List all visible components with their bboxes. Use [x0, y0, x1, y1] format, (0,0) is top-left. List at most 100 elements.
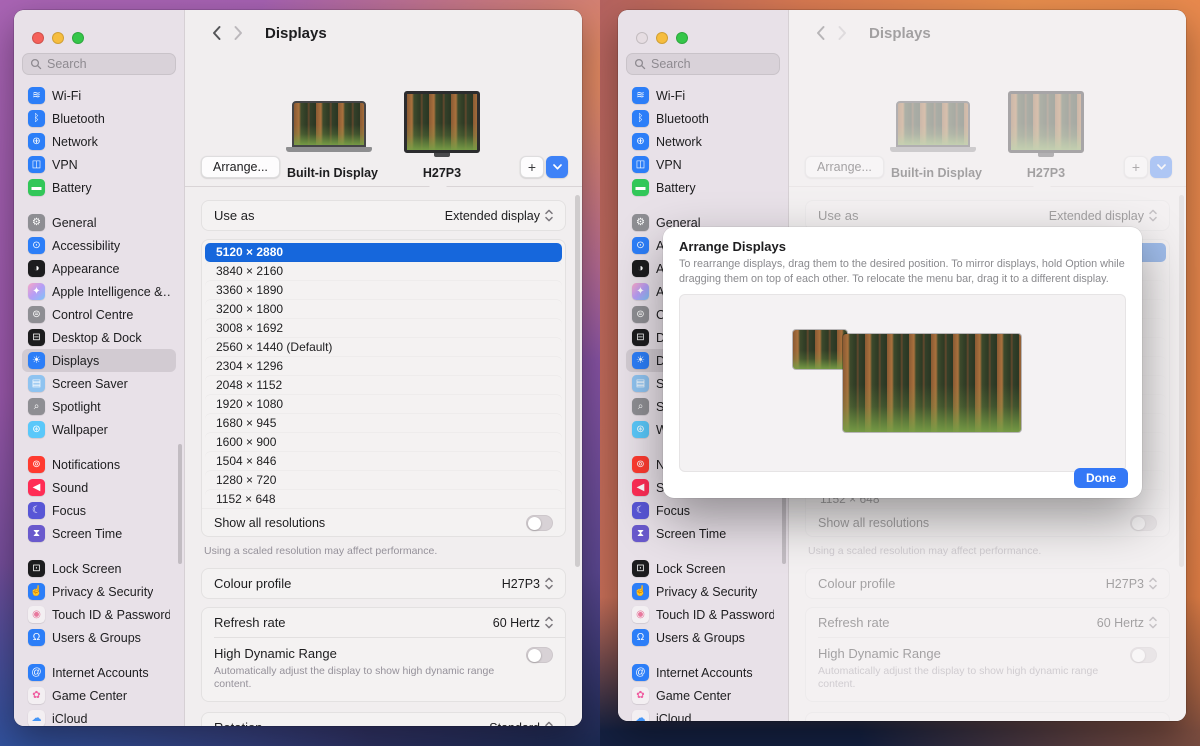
resolution-option[interactable]: 1680 × 945	[205, 414, 562, 433]
use-as-label: Use as	[214, 208, 254, 223]
content-scrollbar[interactable]	[575, 195, 580, 567]
sidebar-item-sound[interactable]: ◀Sound	[22, 476, 176, 499]
sidebar-item-icloud[interactable]: ☁iCloud	[22, 707, 176, 726]
add-display-button[interactable]: +	[520, 156, 544, 178]
sidebar-item-users-groups[interactable]: ΩUsers & Groups	[22, 626, 176, 649]
sidebar-item-internet-accounts[interactable]: @Internet Accounts	[22, 661, 176, 684]
search-input[interactable]: Search	[22, 53, 176, 75]
resolution-option[interactable]: 3840 × 2160	[205, 262, 562, 281]
resolution-option[interactable]: 1280 × 720	[205, 471, 562, 490]
sidebar-item-wifi[interactable]: ≋Wi-Fi	[626, 84, 780, 107]
sidebar-item-desktop-dock[interactable]: ⊟Desktop & Dock	[22, 326, 176, 349]
sidebar-item-lock-screen[interactable]: ⊡Lock Screen	[626, 557, 780, 580]
resolution-option[interactable]: 3008 × 1692	[205, 319, 562, 338]
sidebar-item-game-center[interactable]: ✿Game Center	[626, 684, 780, 707]
resolution-option[interactable]: 3360 × 1890	[205, 281, 562, 300]
sidebar-item-label: Displays	[52, 354, 99, 368]
zoom-button[interactable]	[72, 32, 84, 44]
sidebar-item-spotlight[interactable]: ⌕Spotlight	[22, 395, 176, 418]
sidebar-item-battery[interactable]: ▬Battery	[22, 176, 176, 199]
control-centre-icon: ⊜	[28, 306, 45, 323]
icloud-icon: ☁	[28, 710, 45, 726]
external-display-thumb[interactable]: H27P3	[404, 91, 480, 180]
sidebar-scrollbar[interactable]	[178, 444, 182, 564]
scaled-resolution-footnote: Using a scaled resolution may affect per…	[204, 545, 563, 557]
sidebar-item-screen-time[interactable]: ⧗Screen Time	[626, 522, 780, 545]
use-as-select[interactable]: Extended display	[445, 209, 553, 223]
forward-button[interactable]	[227, 22, 249, 44]
general-icon: ⚙	[28, 214, 45, 231]
header-divider	[185, 186, 582, 187]
sidebar-item-notifications[interactable]: ⊚Notifications	[22, 453, 176, 476]
sidebar-item-privacy-security[interactable]: ☝Privacy & Security	[626, 580, 780, 603]
displays-icon: ☀	[28, 352, 45, 369]
built-in-display-thumb[interactable]: Built-in Display	[287, 101, 378, 180]
sidebar-item-wallpaper[interactable]: ⊛Wallpaper	[22, 418, 176, 441]
colour-profile-row: Colour profile H27P3	[202, 569, 565, 598]
minimize-button[interactable]	[656, 32, 668, 44]
sidebar-item-touch-id[interactable]: ◉Touch ID & Password	[626, 603, 780, 626]
resolution-option[interactable]: 1152 × 648	[205, 490, 562, 509]
resolution-option[interactable]: 2560 × 1440 (Default)	[205, 338, 562, 357]
resolution-option[interactable]: 1920 × 1080	[205, 395, 562, 414]
minimize-button[interactable]	[52, 32, 64, 44]
resolution-option[interactable]: 1600 × 900	[205, 433, 562, 452]
sidebar-item-general[interactable]: ⚙General	[22, 211, 176, 234]
done-button[interactable]: Done	[1074, 468, 1128, 488]
sidebar-item-icloud[interactable]: ☁iCloud	[626, 707, 780, 721]
sidebar-item-control-centre[interactable]: ⊜Control Centre	[22, 303, 176, 326]
rotation-select[interactable]: Standard	[489, 721, 553, 726]
dialog-description: To rearrange displays, drag them to the …	[679, 257, 1131, 286]
focus-icon: ☾	[632, 502, 649, 519]
sidebar-item-displays[interactable]: ☀ Displays	[22, 349, 176, 372]
sidebar-item-label: Battery	[52, 181, 92, 195]
close-button[interactable]	[32, 32, 44, 44]
resolution-option[interactable]: 3200 × 1800	[205, 300, 562, 319]
sidebar-item-bluetooth[interactable]: ᛒBluetooth	[626, 107, 780, 130]
back-button[interactable]	[205, 22, 227, 44]
sidebar-item-apple-intelligence[interactable]: ✦ Apple Intelligence &…	[22, 280, 176, 303]
resolution-option[interactable]: 2048 × 1152	[205, 376, 562, 395]
resolution-option[interactable]: 5120 × 2880	[205, 243, 562, 262]
show-all-resolutions-toggle[interactable]	[526, 515, 553, 531]
sidebar-item-appearance[interactable]: ◑Appearance	[22, 257, 176, 280]
sidebar-item-network[interactable]: ⊕Network	[626, 130, 780, 153]
sidebar-item-focus[interactable]: ☾Focus	[626, 499, 780, 522]
arranged-external-display[interactable]	[843, 334, 1021, 432]
apple-intelligence-icon: ✦	[28, 283, 45, 300]
hdr-toggle[interactable]	[526, 647, 553, 663]
sidebar-item-wifi[interactable]: ≋Wi-Fi	[22, 84, 176, 107]
arrange-button[interactable]: Arrange...	[201, 156, 280, 178]
sidebar-item-vpn[interactable]: ◫VPN	[22, 153, 176, 176]
sidebar-item-accessibility[interactable]: ⊙Accessibility	[22, 234, 176, 257]
chevron-up-down-icon	[545, 209, 553, 222]
sidebar-item-users-groups[interactable]: ΩUsers & Groups	[626, 626, 780, 649]
search-input[interactable]: Search	[626, 53, 780, 75]
sidebar-item-lock-screen[interactable]: ⊡Lock Screen	[22, 557, 176, 580]
zoom-button[interactable]	[676, 32, 688, 44]
close-button[interactable]	[636, 32, 648, 44]
sidebar-item-internet-accounts[interactable]: @Internet Accounts	[626, 661, 780, 684]
sidebar-item-vpn[interactable]: ◫VPN	[626, 153, 780, 176]
settings-scroll-area: Use as Extended display 5120 × 28803840 …	[185, 187, 582, 726]
sidebar-item-screen-saver[interactable]: ▤Screen Saver	[22, 372, 176, 395]
arranged-built-in-display[interactable]	[793, 330, 847, 369]
sidebar-item-privacy-security[interactable]: ☝Privacy & Security	[22, 580, 176, 603]
sidebar-item-touch-id[interactable]: ◉Touch ID & Password	[22, 603, 176, 626]
refresh-rate-select[interactable]: 60 Hertz	[493, 616, 553, 630]
sidebar-item-focus[interactable]: ☾Focus	[22, 499, 176, 522]
resolution-option[interactable]: 2304 × 1296	[205, 357, 562, 376]
sidebar-item-label: Lock Screen	[656, 562, 725, 576]
colour-profile-label: Colour profile	[214, 576, 291, 591]
add-display-menu-button[interactable]	[546, 156, 568, 178]
sidebar-item-battery[interactable]: ▬Battery	[626, 176, 780, 199]
sidebar-item-label: Apple Intelligence &…	[52, 285, 170, 299]
dialog-title: Arrange Displays	[679, 239, 1126, 254]
colour-profile-select[interactable]: H27P3	[502, 577, 553, 591]
arrangement-area[interactable]	[679, 294, 1126, 472]
resolution-option[interactable]: 1504 × 846	[205, 452, 562, 471]
sidebar-item-network[interactable]: ⊕Network	[22, 130, 176, 153]
sidebar-item-screen-time[interactable]: ⧗Screen Time	[22, 522, 176, 545]
sidebar-item-game-center[interactable]: ✿Game Center	[22, 684, 176, 707]
sidebar-item-bluetooth[interactable]: ᛒBluetooth	[22, 107, 176, 130]
